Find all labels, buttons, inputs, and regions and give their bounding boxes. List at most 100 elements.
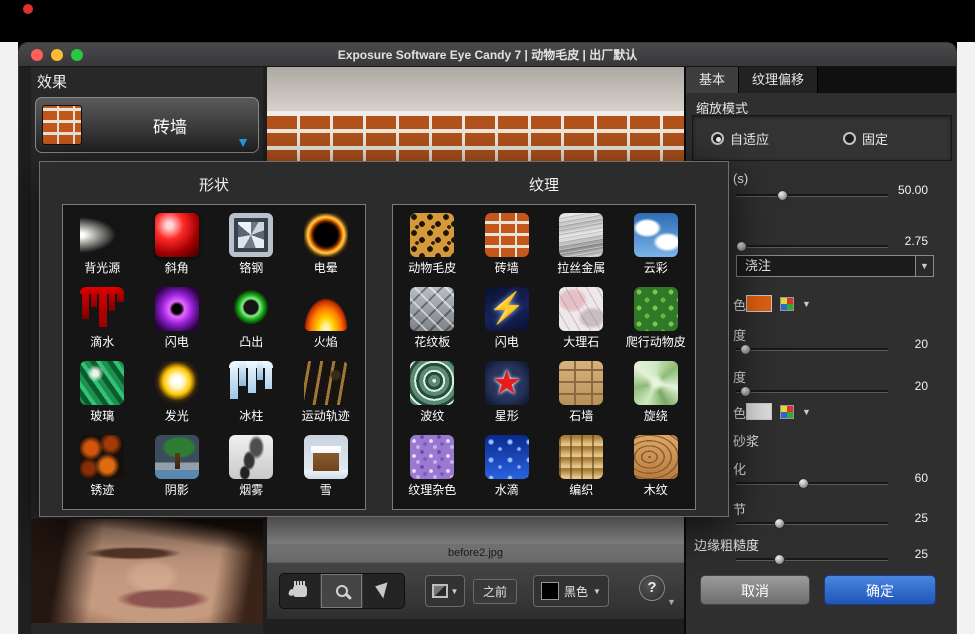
texture-item-plate[interactable]: 花纹板 — [395, 283, 470, 357]
drip-icon — [80, 287, 124, 331]
shape-item-chrome[interactable]: 铬钢 — [214, 209, 289, 283]
texture-item-weave[interactable]: 编织 — [544, 431, 619, 505]
backlight-icon — [80, 213, 124, 257]
chrome-icon — [229, 213, 273, 257]
height-slider[interactable] — [736, 240, 888, 252]
icicles-icon — [229, 361, 273, 405]
palette-icon[interactable] — [780, 405, 794, 419]
opacity1-slider[interactable] — [736, 343, 888, 355]
texture-item-fur[interactable]: 动物毛皮 — [395, 209, 470, 283]
texture-item-metal[interactable]: 拉丝金属 — [544, 209, 619, 283]
tile-label: 闪电 — [165, 333, 189, 350]
slider-thumb[interactable] — [798, 478, 809, 489]
radio-fixed[interactable]: 固定 — [843, 129, 888, 148]
chevron-down-icon[interactable]: ▼ — [802, 299, 811, 309]
texture-item-star[interactable]: ★星形 — [470, 357, 545, 431]
shape-item-shadow[interactable]: 阴影 — [140, 431, 215, 505]
swirl-icon — [634, 361, 678, 405]
edge-roughness-slider[interactable] — [736, 553, 888, 565]
shape-item-smoke[interactable]: 烟雾 — [214, 431, 289, 505]
slider-thumb[interactable] — [774, 518, 785, 529]
cursor-tool-button[interactable] — [363, 574, 404, 608]
wood-icon — [634, 435, 678, 479]
texture-item-lightning-tex[interactable]: ⚡闪电 — [470, 283, 545, 357]
texture-item-wood[interactable]: 木纹 — [619, 431, 694, 505]
tile-label: 背光源 — [84, 259, 120, 276]
help-chevron-icon[interactable]: ▼ — [667, 597, 676, 607]
shape-item-glass[interactable]: 玻璃 — [65, 357, 140, 431]
texture-item-stone[interactable]: 石墙 — [544, 357, 619, 431]
shape-item-backlight[interactable]: 背光源 — [65, 209, 140, 283]
shape-item-icicles[interactable]: 冰柱 — [214, 357, 289, 431]
slider-thumb[interactable] — [774, 554, 785, 565]
tile-label: 木纹 — [644, 481, 668, 498]
tile-label: 星形 — [495, 407, 519, 424]
hand-tool-button[interactable] — [280, 574, 321, 608]
reptile-icon — [634, 287, 678, 331]
texture-item-swirl[interactable]: 旋绕 — [619, 357, 694, 431]
width-slider[interactable] — [736, 189, 888, 201]
tab-texture-offset[interactable]: 纹理偏移 — [739, 67, 818, 93]
shape-item-extrude[interactable]: 凸出 — [214, 283, 289, 357]
opacity2-slider[interactable] — [736, 385, 888, 397]
zoom-tool-button[interactable] — [321, 574, 362, 608]
param-label: 边缘粗糙度 — [694, 535, 759, 554]
texture-item-reptile[interactable]: 爬行动物皮 — [619, 283, 694, 357]
tile-label: 拉丝金属 — [557, 259, 605, 276]
tile-label: 锈迹 — [90, 481, 114, 498]
background-color-label: 黑色 — [564, 583, 588, 600]
palette-icon[interactable] — [780, 297, 794, 311]
bevel-icon — [155, 213, 199, 257]
grout-dropdown[interactable]: 浇注 ▼ — [736, 255, 934, 277]
shape-item-fire[interactable]: 火焰 — [289, 283, 364, 357]
detail-slider[interactable] — [736, 517, 888, 529]
shape-item-motion-trail[interactable]: 运动轨迹 — [289, 357, 364, 431]
mortar-color-swatch[interactable] — [746, 403, 772, 420]
shape-item-drip[interactable]: 滴水 — [65, 283, 140, 357]
shapes-grid: 背光源 斜角铬钢电晕滴水闪电 凸出火焰玻璃发光冰柱运动轨迹锈迹 阴影 烟雾雪 — [63, 205, 365, 509]
shape-item-glow[interactable]: 发光 — [140, 357, 215, 431]
tile-label: 阴影 — [165, 481, 189, 498]
param-label: 色 — [733, 295, 746, 314]
marble-icon — [559, 287, 603, 331]
tile-label: 石墙 — [569, 407, 593, 424]
glass-icon — [80, 361, 124, 405]
shape-item-lightning-shape[interactable]: 闪电 — [140, 283, 215, 357]
background-color-button[interactable]: 黑色 ▼ — [533, 575, 609, 607]
soften-slider[interactable] — [736, 477, 888, 489]
shape-item-bevel[interactable]: 斜角 — [140, 209, 215, 283]
slider-track — [736, 558, 888, 561]
brick-color-swatch[interactable] — [746, 295, 772, 312]
cancel-button[interactable]: 取消 — [700, 575, 810, 605]
clouds-icon — [634, 213, 678, 257]
texture-item-noise[interactable]: 纹理杂色 — [395, 431, 470, 505]
tab-basic[interactable]: 基本 — [686, 67, 739, 93]
effect-selector-dropdown[interactable]: 砖墙 ▼ — [35, 97, 259, 153]
texture-item-marble[interactable]: 大理石 — [544, 283, 619, 357]
param-label: 度 — [733, 325, 746, 344]
ok-button[interactable]: 确定 — [824, 575, 936, 605]
before-button[interactable]: 之前 — [473, 579, 517, 604]
tile-label: 旋绕 — [644, 407, 668, 424]
tool-group — [279, 573, 405, 609]
param-value: 50.00 — [898, 183, 928, 197]
slider-thumb[interactable] — [777, 190, 788, 201]
help-button[interactable]: ? — [639, 575, 665, 601]
shape-item-corona[interactable]: 电晕 — [289, 209, 364, 283]
radio-adaptive[interactable]: 自适应 — [711, 129, 769, 148]
slider-thumb[interactable] — [740, 344, 751, 355]
texture-item-clouds[interactable]: 云彩 — [619, 209, 694, 283]
red-indicator-dot — [23, 4, 33, 14]
shape-item-rust[interactable]: 锈迹 — [65, 431, 140, 505]
chevron-down-icon[interactable]: ▼ — [802, 407, 811, 417]
shape-item-snow[interactable]: 雪 — [289, 431, 364, 505]
view-mode-button[interactable]: ▼ — [425, 575, 465, 607]
slider-thumb[interactable] — [736, 241, 747, 252]
texture-item-ripples[interactable]: 波纹 — [395, 357, 470, 431]
texture-item-drops[interactable]: 水滴 — [470, 431, 545, 505]
textures-grid: 动物毛皮砖墙拉丝金属云彩花纹板⚡闪电大理石爬行动物皮波纹★星形石墙 旋绕纹理杂色水… — [393, 205, 695, 509]
texture-item-brick-tex[interactable]: 砖墙 — [470, 209, 545, 283]
desktop-background-right — [957, 42, 975, 634]
stone-icon — [559, 361, 603, 405]
slider-thumb[interactable] — [740, 386, 751, 397]
